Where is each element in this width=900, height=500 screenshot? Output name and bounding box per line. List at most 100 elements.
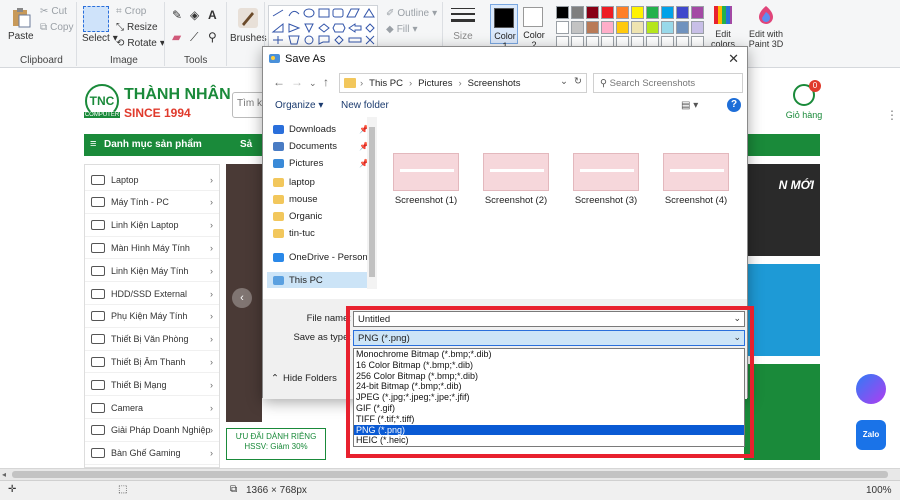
category-item[interactable]: Màn Hình Máy Tính › <box>85 237 219 260</box>
edit-paint3d-button[interactable]: Edit with Paint 3D <box>746 4 786 49</box>
select-icon[interactable] <box>83 6 109 32</box>
file-name[interactable]: Screenshot (4) <box>656 195 736 206</box>
zalo-icon[interactable]: Zalo <box>856 420 886 450</box>
forward-arrow-icon[interactable]: → <box>291 75 303 89</box>
nav-item[interactable]: Organic <box>273 208 373 224</box>
palette-swatch[interactable] <box>691 21 704 34</box>
nav-item[interactable]: This PC <box>267 272 367 288</box>
hamburger-icon[interactable]: ≡ <box>90 138 96 150</box>
scroll-left-icon[interactable]: ◂ <box>2 470 6 479</box>
nav-item[interactable]: mouse <box>273 191 373 207</box>
palette-swatch[interactable] <box>646 21 659 34</box>
fill-tool[interactable]: ◈ <box>190 8 199 22</box>
file-thumbnail[interactable] <box>393 153 459 191</box>
file-thumbnail[interactable] <box>483 153 549 191</box>
palette-swatch[interactable] <box>676 6 689 19</box>
nav-item[interactable]: tin-tuc <box>273 225 373 241</box>
palette-swatch[interactable] <box>661 6 674 19</box>
palette-swatch[interactable] <box>601 21 614 34</box>
eraser-tool[interactable]: ▰ <box>172 30 181 44</box>
organize-button[interactable]: Organize ▾ <box>275 100 323 111</box>
category-item[interactable]: Phụ Kiện Máy Tính › <box>85 306 219 328</box>
file-name[interactable]: Screenshot (3) <box>566 195 646 206</box>
palette-swatch[interactable] <box>691 6 704 19</box>
nav-item[interactable]: Documents 📌 <box>273 138 373 154</box>
messenger-icon[interactable] <box>856 374 886 404</box>
brushes-button[interactable]: Brushes <box>230 6 267 44</box>
outline-button[interactable]: ✐ Outline ▾ <box>386 8 437 19</box>
palette-swatch[interactable] <box>616 6 629 19</box>
category-item[interactable]: Thiết Bị Văn Phòng › <box>85 329 219 351</box>
color2-selector[interactable]: Color 2 <box>520 4 548 50</box>
cut-button[interactable]: ✂ Cut <box>40 6 67 17</box>
menu-partial-label[interactable]: Sả <box>240 139 252 150</box>
right-banner-1[interactable]: N MỚI <box>744 164 820 256</box>
navpane-scrollbar[interactable] <box>367 117 377 289</box>
help-icon[interactable]: ? <box>727 98 741 112</box>
magnifier-tool[interactable]: ⚲ <box>208 30 217 44</box>
hide-folders-button[interactable]: ⌃ Hide Folders <box>271 373 337 384</box>
cart-button[interactable]: 0 Giỏ hàng <box>784 80 824 128</box>
recent-chevron-icon[interactable]: ⌄ <box>309 78 317 89</box>
shapes-gallery[interactable] <box>268 5 378 49</box>
menu-dots-icon[interactable]: ⋮ <box>886 108 898 122</box>
palette-swatch[interactable] <box>571 6 584 19</box>
palette-swatch[interactable] <box>556 21 569 34</box>
file-name[interactable]: Screenshot (1) <box>386 195 466 206</box>
nav-item[interactable]: laptop <box>273 174 373 190</box>
category-item[interactable]: Linh Kiện Máy Tính › <box>85 260 219 283</box>
category-item[interactable]: Bàn Ghế Gaming › <box>85 443 219 465</box>
right-banner-3[interactable] <box>744 364 820 460</box>
scroll-thumb[interactable] <box>369 127 375 277</box>
paste-button[interactable]: Paste <box>8 6 34 42</box>
crop-button[interactable]: ⌗ Crop <box>116 6 146 17</box>
resize-button[interactable]: ⤡ Resize <box>116 22 158 33</box>
close-icon[interactable]: ✕ <box>728 51 739 67</box>
palette-swatch[interactable] <box>601 6 614 19</box>
back-arrow-icon[interactable]: ← <box>273 75 285 89</box>
file-thumbnail[interactable] <box>573 153 639 191</box>
color1-selector[interactable]: Color 1 <box>490 4 518 51</box>
select-button[interactable]: Select ▾ <box>82 33 118 44</box>
breadcrumb-screenshots[interactable]: Screenshots <box>468 78 521 89</box>
palette-swatch[interactable] <box>616 21 629 34</box>
palette-swatch[interactable] <box>586 21 599 34</box>
palette-swatch[interactable] <box>571 21 584 34</box>
canvas-horizontal-scrollbar[interactable]: ◂ <box>0 468 900 480</box>
category-item[interactable]: Linh Kiện Laptop › <box>85 215 219 237</box>
category-item[interactable]: Thiết Bị Âm Thanh › <box>85 351 219 374</box>
category-item[interactable]: Camera › <box>85 397 219 419</box>
size-button[interactable]: Size <box>450 6 476 42</box>
chevron-down-icon[interactable]: ⌄ <box>560 76 568 87</box>
edit-colors-button[interactable]: Edit colors <box>708 4 738 49</box>
student-promo[interactable]: ƯU ĐÃI DÀNH RIÊNG HSSV: Giảm 30% <box>226 428 326 460</box>
scroll-thumb[interactable] <box>12 471 888 478</box>
category-item[interactable]: Máy Tính - PC › <box>85 192 219 214</box>
right-banner-2[interactable] <box>744 264 820 356</box>
palette-swatch[interactable] <box>646 6 659 19</box>
category-item[interactable]: Laptop › <box>85 169 219 191</box>
breadcrumb-this-pc[interactable]: This PC <box>369 78 403 89</box>
pencil-tool[interactable]: ✎ <box>172 8 182 22</box>
category-item[interactable]: HDD/SSD External › <box>85 283 219 305</box>
file-thumbnail[interactable] <box>663 153 729 191</box>
file-name[interactable]: Screenshot (2) <box>476 195 556 206</box>
up-arrow-icon[interactable]: ↑ <box>323 75 329 89</box>
category-item[interactable]: Giải Pháp Doanh Nghiệp › <box>85 420 219 442</box>
dialog-titlebar[interactable]: Save As ✕ <box>263 47 747 71</box>
breadcrumb-pictures[interactable]: Pictures <box>418 78 452 89</box>
category-menu-label[interactable]: Danh mục sản phẩm <box>104 139 202 150</box>
palette-swatch[interactable] <box>586 6 599 19</box>
new-folder-button[interactable]: New folder <box>341 100 389 111</box>
fill-button[interactable]: ◆ Fill ▾ <box>386 24 418 35</box>
palette-swatch[interactable] <box>661 21 674 34</box>
nav-item[interactable]: OneDrive - Person <box>273 249 373 265</box>
palette-swatch[interactable] <box>676 21 689 34</box>
color-picker-tool[interactable]: ⟋ <box>190 30 198 45</box>
address-bar[interactable]: › This PC › Pictures › Screenshots ⌄ ↻ <box>339 73 587 93</box>
nav-item[interactable]: Downloads 📌 <box>273 121 373 137</box>
copy-button[interactable]: ⧉ Copy <box>40 22 74 33</box>
text-tool[interactable]: A <box>208 8 217 22</box>
nav-item[interactable]: Pictures 📌 <box>273 155 373 171</box>
palette-swatch[interactable] <box>631 6 644 19</box>
